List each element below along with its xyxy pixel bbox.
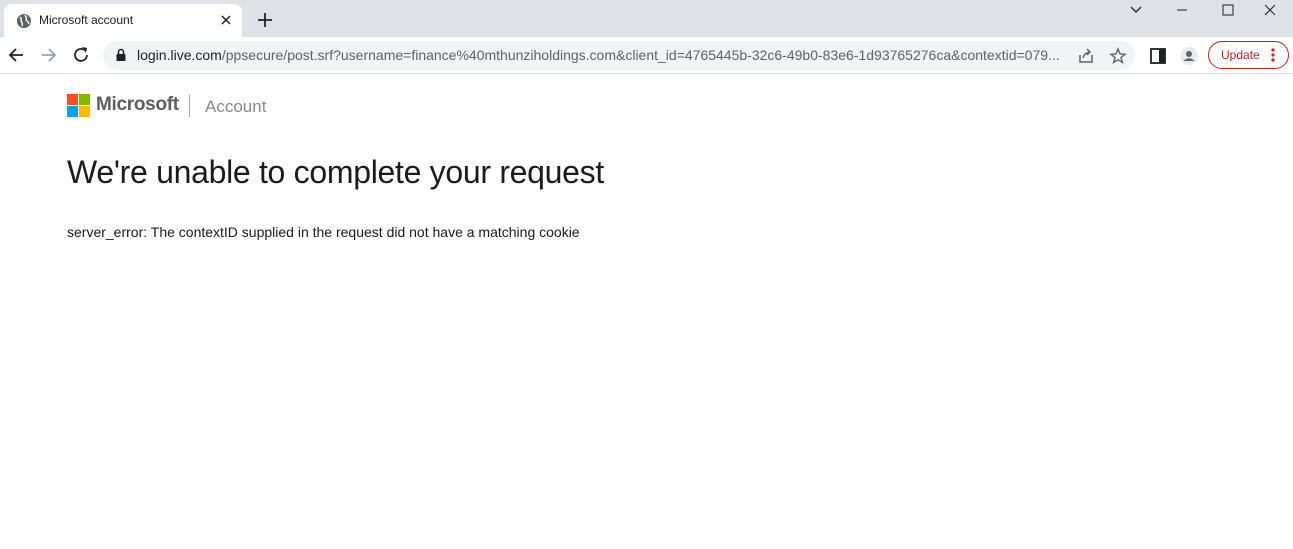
update-button[interactable]: Update <box>1208 41 1289 69</box>
minimize-button[interactable] <box>1159 0 1205 20</box>
share-icon[interactable] <box>1077 47 1095 65</box>
microsoft-wordmark: Microsoft <box>96 94 179 115</box>
bookmark-star-icon[interactable] <box>1109 47 1127 65</box>
browser-tab[interactable]: Microsoft account <box>4 4 242 37</box>
minimize-icon <box>1177 9 1187 11</box>
globe-icon <box>17 14 31 28</box>
page-title: We're unable to complete your request <box>67 154 604 190</box>
tab-search-button[interactable] <box>1113 0 1159 20</box>
profile-avatar-icon[interactable] <box>1179 46 1199 66</box>
maximize-button[interactable] <box>1205 0 1251 20</box>
side-panel-icon[interactable] <box>1148 46 1168 66</box>
update-label: Update <box>1221 48 1260 62</box>
close-window-button[interactable] <box>1247 0 1293 20</box>
new-tab-icon[interactable] <box>256 11 274 29</box>
more-vert-icon <box>1271 48 1275 62</box>
close-tab-icon[interactable] <box>218 12 234 28</box>
header-divider <box>189 95 190 117</box>
error-message: server_error: The contextID supplied in … <box>67 224 580 240</box>
url-host: login.live.com <box>137 47 222 63</box>
forward-icon[interactable] <box>38 45 58 65</box>
address-bar[interactable]: login.live.com/ppsecure/post.srf?usernam… <box>103 41 1135 70</box>
browser-toolbar: login.live.com/ppsecure/post.srf?usernam… <box>0 37 1293 74</box>
back-icon[interactable] <box>7 45 27 65</box>
url-text[interactable]: login.live.com/ppsecure/post.srf?usernam… <box>137 47 1067 64</box>
reload-icon[interactable] <box>71 45 91 65</box>
maximize-icon <box>1222 4 1234 16</box>
url-path: /ppsecure/post.srf?username=finance%40mt… <box>221 47 1060 63</box>
tab-strip: Microsoft account <box>0 0 1293 37</box>
tab-title: Microsoft account <box>39 13 134 27</box>
close-icon <box>1264 4 1276 16</box>
microsoft-logo-icon <box>67 94 90 117</box>
chevron-down-icon <box>1130 6 1142 13</box>
account-label: Account <box>205 97 267 116</box>
lock-icon[interactable] <box>115 48 127 62</box>
